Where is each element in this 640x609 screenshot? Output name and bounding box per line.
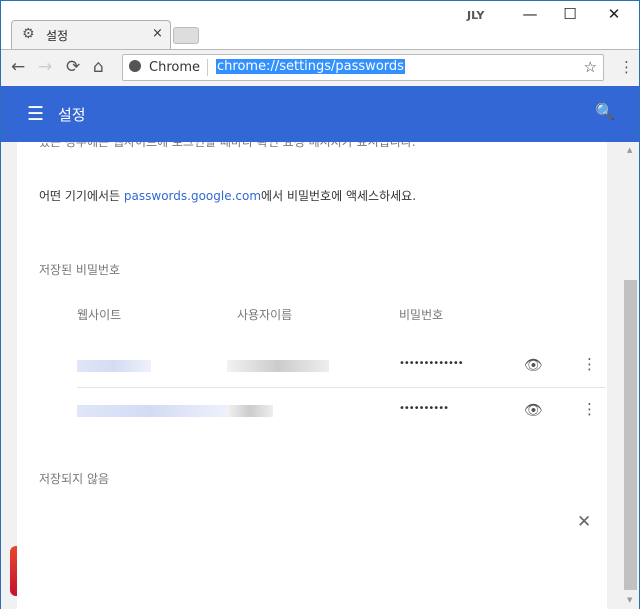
home-button[interactable]: ⌂ (93, 57, 104, 77)
reload-button[interactable]: ⟳ (66, 57, 80, 77)
scrollbar[interactable]: ▲ ▼ (623, 142, 639, 609)
username-blurred (227, 405, 273, 417)
username-blurred (227, 360, 329, 372)
new-tab-button[interactable] (173, 27, 199, 44)
url-text[interactable]: chrome://settings/passwords (216, 59, 405, 74)
table-row: •••••••••• 👁 ⋮ (77, 389, 605, 433)
settings-header: ☰ 설정 🔍 (1, 86, 639, 142)
divider (207, 59, 208, 76)
forward-button[interactable]: → (38, 57, 52, 77)
scroll-down-arrow-icon[interactable]: ▼ (627, 596, 632, 604)
search-icon[interactable]: 🔍 (595, 102, 615, 121)
more-actions-icon[interactable]: ⋮ (582, 355, 597, 373)
address-bar[interactable]: Chrome chrome://settings/passwords ☆ (122, 54, 604, 81)
scrollbar-thumb[interactable] (624, 280, 637, 590)
saved-passwords-title: 저장된 비밀번호 (39, 263, 121, 277)
hamburger-menu-icon[interactable]: ☰ (27, 103, 44, 125)
tab-title: 설정 (46, 29, 69, 43)
passwords-link[interactable]: passwords.google.com (124, 189, 261, 203)
website-blurred (77, 360, 151, 372)
column-header-username: 사용자이름 (237, 308, 293, 322)
taskbar-app-icon (10, 546, 17, 596)
chrome-icon (129, 60, 141, 72)
back-button[interactable]: ← (11, 57, 25, 77)
title-bar: ⚙ 설정 × JLY — ☐ ✕ (1, 1, 639, 49)
profile-badge[interactable]: JLY (467, 9, 484, 22)
passwords-card: 있는 경우에는 웹사이트에 로그인할 때마다 확인 요청 메시지가 표시됩니다.… (17, 142, 607, 609)
show-password-eye-icon[interactable]: 👁 (524, 356, 543, 374)
column-header-password: 비밀번호 (399, 308, 444, 322)
tab-settings[interactable]: ⚙ 설정 × (11, 20, 171, 49)
description-text: 있는 경우에는 웹사이트에 로그인할 때마다 확인 요청 메시지가 표시됩니다. (39, 142, 416, 149)
show-password-eye-icon[interactable]: 👁 (524, 401, 543, 419)
content-area: 있는 경우에는 웹사이트에 로그인할 때마다 확인 요청 메시지가 표시됩니다.… (1, 142, 623, 609)
table-row: ••••••••••••• 👁 ⋮ (77, 344, 605, 388)
site-label: Chrome (149, 60, 200, 75)
tab-close-button[interactable]: × (152, 26, 163, 41)
website-blurred (77, 405, 227, 417)
column-header-website: 웹사이트 (77, 308, 122, 322)
more-actions-icon[interactable]: ⋮ (582, 400, 597, 418)
scroll-up-arrow-icon[interactable]: ▲ (627, 146, 632, 154)
minimize-button[interactable]: — (515, 5, 545, 23)
password-value: •••••••••• (399, 403, 449, 414)
close-window-button[interactable]: ✕ (599, 5, 629, 23)
never-saved-title: 저장되지 않음 (39, 472, 110, 486)
close-icon[interactable]: ✕ (577, 512, 591, 532)
gear-icon: ⚙ (22, 26, 35, 42)
toolbar: ← → ⟳ ⌂ Chrome chrome://settings/passwor… (1, 49, 639, 86)
bookmark-star-icon[interactable]: ☆ (584, 58, 597, 76)
page-title: 설정 (58, 106, 86, 124)
maximize-button[interactable]: ☐ (555, 5, 585, 23)
password-value: ••••••••••••• (399, 358, 464, 369)
menu-button[interactable]: ⋮ (619, 58, 634, 76)
access-text: 어떤 기기에서든 passwords.google.com에서 비밀번호에 액세… (39, 189, 417, 203)
